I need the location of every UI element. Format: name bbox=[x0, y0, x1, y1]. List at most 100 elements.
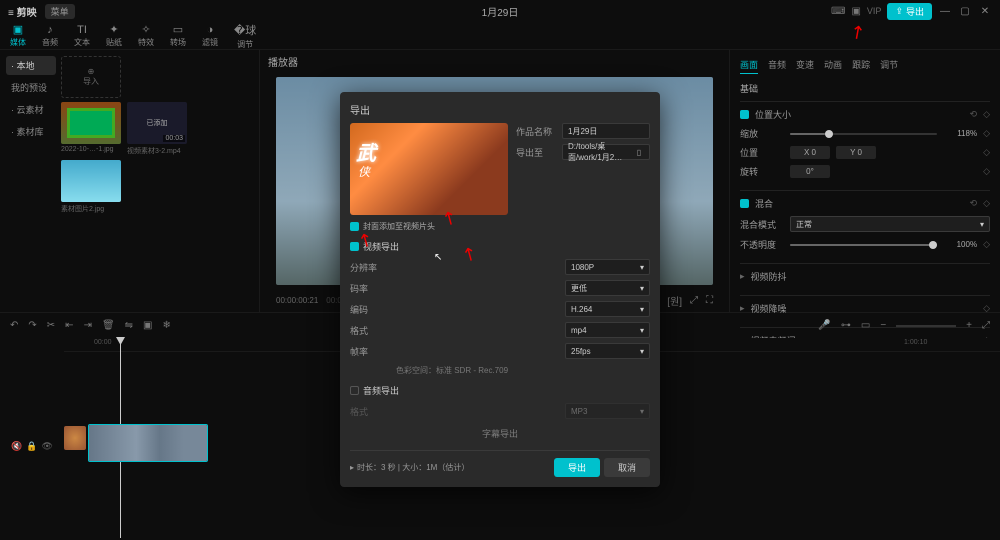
folder-icon[interactable]: ▯ bbox=[634, 148, 644, 157]
sidebar-local[interactable]: · 本地 bbox=[6, 56, 56, 75]
cursor-icon: ↖ bbox=[434, 252, 442, 263]
freeze-icon[interactable]: ❄ bbox=[163, 320, 171, 331]
project-name-input[interactable]: 1月29日 bbox=[562, 123, 650, 139]
fullscreen-icon[interactable]: ⛶ bbox=[706, 295, 713, 306]
video-clip[interactable]: 视频素材3-2.mp4 00:00:02:18 bbox=[88, 424, 208, 462]
tab-adjust[interactable]: �球调节 bbox=[234, 22, 256, 50]
fps-dropdown[interactable]: 25fps▾ bbox=[565, 343, 650, 359]
tab-audio[interactable]: ♪音频 bbox=[42, 24, 58, 48]
prop-tab-speed[interactable]: 变速 bbox=[796, 56, 814, 74]
prop-tab-adjust[interactable]: 调节 bbox=[880, 56, 898, 74]
label: 缩放 bbox=[740, 127, 784, 140]
tab-filter[interactable]: ◑滤镜 bbox=[202, 24, 218, 48]
zoom-fit-icon[interactable]: ⤢ bbox=[982, 320, 990, 331]
minimize-icon[interactable]: — bbox=[938, 6, 952, 17]
time-current: 00:00:00:21 bbox=[276, 296, 318, 305]
cover-thumbnail[interactable] bbox=[64, 426, 86, 450]
mic-icon[interactable]: 🎤 bbox=[818, 320, 830, 331]
checkbox-icon[interactable] bbox=[740, 110, 749, 119]
scale-icon[interactable]: ⤢ bbox=[690, 295, 698, 306]
lock-icon[interactable]: 🔒 bbox=[26, 441, 37, 452]
format-dropdown[interactable]: mp4▾ bbox=[565, 322, 650, 338]
opacity-slider[interactable] bbox=[790, 244, 937, 246]
audio-format-dropdown: MP3▾ bbox=[565, 403, 650, 419]
layout-icon[interactable]: ▣ bbox=[851, 6, 860, 17]
autosnap-icon[interactable]: ⊶ bbox=[841, 320, 851, 331]
audio-export-checkbox[interactable] bbox=[350, 386, 359, 395]
prop-tab-anim[interactable]: 动画 bbox=[824, 56, 842, 74]
keyframe-icon[interactable]: ◇ bbox=[983, 128, 990, 139]
video-export-checkbox[interactable] bbox=[350, 242, 359, 251]
menu-button[interactable]: 菜单 bbox=[45, 4, 75, 19]
tab-transition[interactable]: ▭转场 bbox=[170, 23, 186, 48]
tab-text[interactable]: TI文本 bbox=[74, 24, 90, 48]
resolution-dropdown[interactable]: 1080P▾ bbox=[565, 259, 650, 275]
media-thumb[interactable]: 2022-10-…-1.jpg bbox=[61, 102, 121, 156]
shortcut-icon[interactable]: ⌨ bbox=[831, 6, 845, 17]
section-title: 音频导出 bbox=[363, 384, 399, 397]
split-right-icon[interactable]: ⇥ bbox=[84, 320, 92, 331]
sidebar-presets[interactable]: 我的预设 bbox=[6, 78, 56, 97]
codec-dropdown[interactable]: H.264▾ bbox=[565, 301, 650, 317]
vip-badge[interactable]: VIP bbox=[867, 6, 882, 16]
scale-value[interactable]: 118% bbox=[943, 129, 977, 138]
opacity-value[interactable]: 100% bbox=[943, 240, 977, 249]
pos-y-input[interactable] bbox=[836, 146, 876, 159]
import-button[interactable]: ⊕导入 bbox=[61, 56, 121, 98]
split-left-icon[interactable]: ⇤ bbox=[65, 320, 73, 331]
cut-icon[interactable]: ✂ bbox=[47, 320, 55, 331]
crop-icon[interactable]: ▣ bbox=[143, 320, 152, 331]
label: 编码 bbox=[350, 303, 390, 316]
checkbox-icon[interactable] bbox=[740, 199, 749, 208]
undo-icon[interactable]: ↶ bbox=[10, 320, 18, 331]
keyframe-icon[interactable]: ◇ bbox=[983, 109, 990, 120]
keyframe-icon[interactable]: ◇ bbox=[983, 198, 990, 209]
export-confirm-button[interactable]: 导出 bbox=[554, 458, 600, 477]
tab-effects[interactable]: ✧特效 bbox=[138, 23, 154, 48]
sidebar-cloud[interactable]: · 云素材 bbox=[6, 100, 56, 119]
ratio-icon[interactable]: [원] bbox=[667, 293, 682, 308]
export-button-top[interactable]: ⇪导出 bbox=[887, 3, 932, 20]
cover-checkbox[interactable] bbox=[350, 222, 359, 231]
keyframe-icon[interactable]: ◇ bbox=[983, 147, 990, 158]
rotation-input[interactable] bbox=[790, 165, 830, 178]
label: 作品名称 bbox=[516, 125, 556, 138]
preview-toggle-icon[interactable]: ▭ bbox=[861, 320, 870, 331]
zoom-out-icon[interactable]: − bbox=[880, 320, 886, 331]
prop-subtab[interactable]: 基础 bbox=[740, 82, 990, 95]
mute-icon[interactable]: 🔇 bbox=[11, 441, 22, 452]
prop-tab-track[interactable]: 跟踪 bbox=[852, 56, 870, 74]
media-thumb[interactable]: 已添加视频素材3-2.mp4 bbox=[127, 102, 187, 156]
tab-sticker[interactable]: ✦贴纸 bbox=[106, 23, 122, 48]
blend-mode-dropdown[interactable]: 正常▾ bbox=[790, 216, 990, 232]
sidebar-library[interactable]: · 素材库 bbox=[6, 122, 56, 141]
keyframe-icon[interactable]: ◇ bbox=[983, 239, 990, 250]
redo-icon[interactable]: ↷ bbox=[28, 320, 36, 331]
prop-tab-picture[interactable]: 画面 bbox=[740, 56, 758, 74]
export-path-input[interactable]: D:/tools/桌面/work/1月2…▯ bbox=[562, 144, 650, 160]
cancel-button[interactable]: 取消 bbox=[604, 458, 650, 477]
cover-text: 武 bbox=[356, 137, 376, 166]
colorspace-info: 色彩空间：标准 SDR - Rec.709 bbox=[396, 365, 650, 376]
keyframe-icon[interactable]: ◇ bbox=[983, 166, 990, 177]
pos-x-input[interactable] bbox=[790, 146, 830, 159]
reset-icon[interactable]: ⟲ bbox=[970, 198, 978, 209]
mirror-icon[interactable]: ⇋ bbox=[125, 320, 133, 331]
cover-preview[interactable]: 武 侠 bbox=[350, 123, 508, 215]
scale-slider[interactable] bbox=[790, 133, 937, 135]
tab-media[interactable]: ▣媒体 bbox=[10, 23, 26, 48]
maximize-icon[interactable]: ▢ bbox=[958, 6, 972, 17]
zoom-in-icon[interactable]: + bbox=[966, 320, 972, 331]
section-title[interactable]: 视频降噪 bbox=[751, 302, 787, 315]
bitrate-dropdown[interactable]: 更低▾ bbox=[565, 280, 650, 296]
prop-tab-audio[interactable]: 音频 bbox=[768, 56, 786, 74]
close-icon[interactable]: ✕ bbox=[978, 6, 992, 17]
hide-icon[interactable]: 👁 bbox=[42, 441, 53, 452]
preview-header: 播放器 bbox=[260, 50, 729, 73]
delete-icon[interactable]: 🗑 bbox=[102, 320, 115, 331]
reset-icon[interactable]: ⟲ bbox=[970, 109, 978, 120]
section-title[interactable]: 视频防抖 bbox=[751, 270, 787, 283]
project-title: 1月29日 bbox=[482, 4, 519, 19]
media-thumb[interactable]: 素材图片2.jpg bbox=[61, 160, 121, 214]
zoom-slider[interactable] bbox=[896, 325, 956, 327]
